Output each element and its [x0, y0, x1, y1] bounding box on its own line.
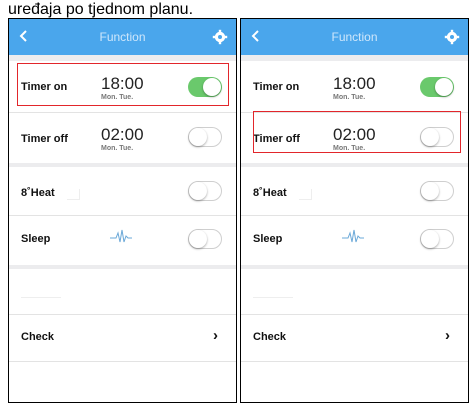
check-label: Check: [253, 331, 287, 343]
phone-screen-right: Function Timer on 18:00 Mon. Tue. Timer …: [240, 18, 469, 403]
page-title: Function: [99, 30, 146, 44]
top-bar: Function: [241, 19, 468, 55]
divider: [241, 215, 468, 216]
phone-screen-left: Function Timer on 18:00 Mon. Tue. Timer …: [8, 18, 237, 403]
timer-on-row[interactable]: Timer on 18:00 Mon. Tue.: [241, 65, 468, 109]
bottom-section: Check ›: [241, 269, 468, 402]
timer-on-time: 18:00: [333, 74, 376, 93]
highlight-box: [253, 111, 461, 153]
divider: [9, 361, 236, 362]
sleep-label: Sleep: [253, 233, 283, 245]
toggle-knob: [421, 230, 439, 248]
highlight-box: [17, 63, 229, 106]
toggle-knob: [189, 230, 207, 248]
sleep-label: Sleep: [21, 233, 51, 245]
gear-icon[interactable]: [212, 29, 228, 45]
check-label: Check: [21, 331, 55, 343]
heat-toggle[interactable]: [420, 181, 454, 201]
modes-section: 8˚Heat Sleep: [241, 167, 468, 265]
heat-row[interactable]: 8˚Heat: [241, 169, 468, 213]
gear-icon[interactable]: [444, 29, 460, 45]
chevron-right-icon[interactable]: ›: [445, 327, 450, 344]
timer-on-label: Timer on: [253, 81, 300, 93]
heat-box: [299, 189, 312, 200]
timer-off-time: 02:00: [101, 125, 144, 144]
toggle-knob: [189, 128, 207, 146]
toggle-knob: [421, 182, 439, 200]
sleep-row[interactable]: Sleep: [241, 217, 468, 261]
chevron-right-icon[interactable]: ›: [213, 327, 218, 344]
heat-box: [67, 189, 80, 200]
toggle-knob: [435, 78, 453, 96]
divider: [9, 112, 236, 113]
sleep-toggle[interactable]: [188, 229, 222, 249]
timer-off-row[interactable]: Timer off 02:00 Mon. Tue.: [9, 115, 236, 159]
bottom-section: Check ›: [9, 269, 236, 402]
timer-off-toggle[interactable]: [188, 127, 222, 147]
sleep-row[interactable]: Sleep: [9, 217, 236, 261]
top-bar: Function: [9, 19, 236, 55]
timer-on-days: Mon. Tue.: [333, 94, 366, 101]
placeholder-row: [253, 287, 293, 298]
divider: [9, 215, 236, 216]
sleep-wave-icon: [342, 229, 364, 243]
toggle-knob: [189, 182, 207, 200]
timer-on-toggle[interactable]: [420, 77, 454, 97]
placeholder-row: [21, 287, 61, 298]
sleep-wave-icon: [110, 229, 132, 243]
heat-label: 8˚Heat: [21, 187, 55, 199]
divider: [241, 361, 468, 362]
timer-off-label: Timer off: [21, 133, 68, 145]
timer-off-days: Mon. Tue.: [101, 145, 134, 152]
check-row[interactable]: Check ›: [9, 315, 236, 359]
sleep-toggle[interactable]: [420, 229, 454, 249]
heat-toggle[interactable]: [188, 181, 222, 201]
heat-row[interactable]: 8˚Heat: [9, 169, 236, 213]
page-title: Function: [331, 30, 378, 44]
heat-label: 8˚Heat: [253, 187, 287, 199]
check-row[interactable]: Check ›: [241, 315, 468, 359]
modes-section: 8˚Heat Sleep: [9, 167, 236, 265]
